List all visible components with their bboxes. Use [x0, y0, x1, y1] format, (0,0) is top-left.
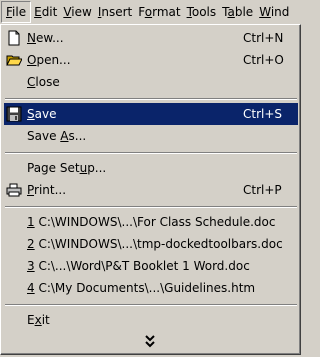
file-menu-dropdown: New... Ctrl+N Open... Ctrl+O Close Save …	[0, 24, 301, 355]
menu-item-exit[interactable]: Exit	[4, 309, 298, 331]
menu-separator	[5, 152, 297, 154]
recent-file-label: 1 C:\WINDOWS\...\For Class Schedule.doc	[27, 215, 276, 229]
recent-file-4[interactable]: 4 C:\My Documents\...\Guidelines.htm	[4, 277, 298, 299]
menu-item-page-setup[interactable]: Page Setup...	[4, 157, 298, 179]
menu-edit[interactable]: Edit	[31, 1, 60, 23]
new-document-icon	[8, 30, 20, 46]
double-chevron-down-icon[interactable]	[142, 332, 158, 350]
menu-item-label: Page Setup...	[27, 161, 107, 175]
menu-item-open[interactable]: Open... Ctrl+O	[4, 49, 298, 71]
menu-item-shortcut: Ctrl+P	[243, 183, 282, 197]
menu-item-save-as[interactable]: Save As...	[4, 125, 298, 147]
floppy-disk-icon	[6, 106, 22, 122]
menu-separator	[5, 98, 297, 100]
recent-file-label: 4 C:\My Documents\...\Guidelines.htm	[27, 281, 256, 295]
menu-format[interactable]: Format	[135, 1, 183, 23]
menu-view[interactable]: View	[60, 1, 94, 23]
menu-table[interactable]: Table	[219, 1, 256, 23]
menu-item-close[interactable]: Close	[4, 71, 298, 93]
menu-item-label: Open...	[27, 53, 71, 67]
menu-item-label: Save As...	[27, 129, 87, 143]
menu-item-save[interactable]: Save Ctrl+S	[4, 103, 298, 125]
menu-item-label: Print...	[27, 183, 67, 197]
menu-insert[interactable]: Insert	[95, 1, 135, 23]
menu-item-label: Close	[27, 75, 60, 89]
menu-tools[interactable]: Tools	[184, 1, 220, 23]
menu-separator	[5, 206, 297, 208]
menu-item-shortcut: Ctrl+O	[243, 53, 284, 67]
menu-item-shortcut: Ctrl+S	[243, 107, 283, 121]
menu-window[interactable]: Wind	[256, 1, 292, 23]
file-menu-frame: New... Ctrl+N Open... Ctrl+O Close Save …	[1, 25, 300, 354]
recent-file-3[interactable]: 3 C:\...\Word\P&T Booklet 1 Word.doc	[4, 255, 298, 277]
menu-item-label: Save	[27, 107, 57, 121]
recent-file-label: 3 C:\...\Word\P&T Booklet 1 Word.doc	[27, 259, 250, 273]
menu-item-shortcut: Ctrl+N	[243, 31, 284, 45]
recent-file-1[interactable]: 1 C:\WINDOWS\...\For Class Schedule.doc	[4, 211, 298, 233]
menu-item-print[interactable]: Print... Ctrl+P	[4, 179, 298, 201]
menu-item-new[interactable]: New... Ctrl+N	[4, 27, 298, 49]
menu-bar: File Edit View Insert Format Tools Table…	[0, 0, 303, 24]
recent-file-2[interactable]: 2 C:\WINDOWS\...\tmp-dockedtoolbars.doc	[4, 233, 298, 255]
menu-item-label: New...	[27, 31, 64, 45]
menu-separator	[5, 304, 297, 306]
recent-file-label: 2 C:\WINDOWS\...\tmp-dockedtoolbars.doc	[27, 237, 283, 251]
printer-icon	[6, 183, 22, 197]
menu-item-label: Exit	[27, 313, 50, 327]
open-folder-icon	[6, 55, 22, 66]
menu-file[interactable]: File	[1, 1, 32, 23]
